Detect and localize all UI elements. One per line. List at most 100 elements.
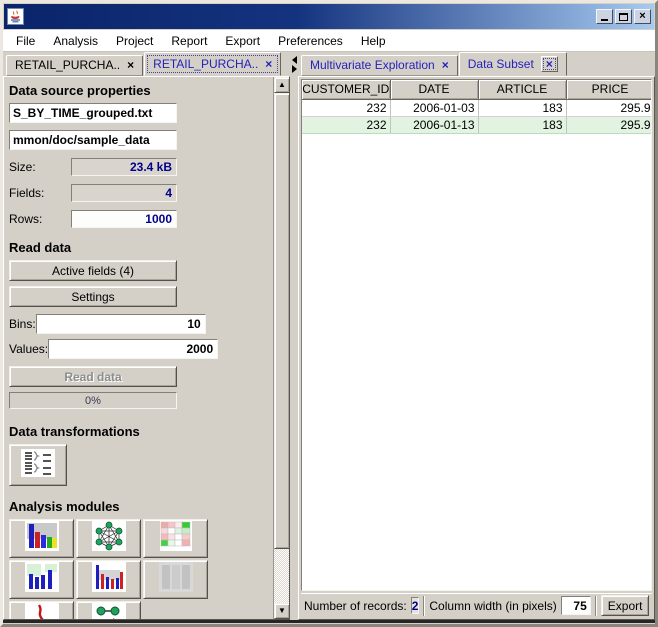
module-network-button[interactable]	[76, 519, 141, 558]
close-icon: ×	[639, 10, 646, 22]
main-area: RETAIL_PURCHA.. × RETAIL_PURCHA.. × Data…	[3, 52, 655, 623]
filename-field[interactable]	[9, 103, 177, 123]
tab-label: RETAIL_PURCHA..	[153, 56, 259, 71]
right-tab-bar: Multivariate Exploration × Data Subset ×	[298, 52, 655, 76]
app-window: × File Analysis Project Report Export Pr…	[0, 0, 658, 627]
table-row[interactable]: 232 2006-01-13 183 295.9	[302, 116, 651, 134]
cell-date: 2006-01-13	[390, 116, 479, 134]
analysis-module-grid	[9, 519, 219, 619]
menu-item-analysis[interactable]: Analysis	[44, 32, 107, 50]
curve-plot-icon	[24, 603, 59, 619]
tab-label: Multivariate Exploration	[310, 58, 435, 72]
cell-article: 183	[478, 99, 567, 117]
scrollbar-up-button[interactable]: ▲	[274, 77, 289, 93]
gray-table-icon	[158, 562, 193, 597]
module-histogram-button[interactable]	[9, 560, 74, 599]
footer-separator	[594, 595, 597, 616]
left-panel-body: Data source properties Size: 23.4 kB Fie…	[3, 76, 290, 620]
collapse-right-icon[interactable]	[291, 65, 297, 73]
tab-close-icon: ×	[545, 56, 553, 71]
menu-item-help[interactable]: Help	[352, 32, 395, 50]
path-field[interactable]	[9, 130, 177, 150]
menu-item-preferences[interactable]: Preferences	[269, 32, 352, 50]
grouped-bars-icon	[91, 562, 126, 597]
tab-multivariate-exploration[interactable]: Multivariate Exploration ×	[301, 55, 458, 76]
data-table-area: CUSTOMER_ID DATE ARTICLE PRICE 232 2006-…	[301, 79, 652, 591]
scrollbar-track[interactable]	[274, 549, 289, 603]
module-sequence-button[interactable]	[76, 601, 141, 619]
module-grouped-bars-button[interactable]	[76, 560, 141, 599]
bins-label: Bins:	[9, 317, 36, 331]
values-input[interactable]	[48, 339, 219, 359]
rows-label: Rows:	[9, 212, 43, 226]
column-header-customer-id[interactable]: CUSTOMER_ID	[302, 80, 391, 100]
cell-price: 295.9	[566, 116, 651, 134]
active-fields-button[interactable]: Active fields (4)	[9, 260, 177, 281]
read-data-button[interactable]: Read data	[9, 366, 177, 387]
tab-close-icon[interactable]: ×	[442, 59, 449, 71]
bar-chart-icon	[24, 521, 59, 556]
records-label: Number of records:	[304, 598, 407, 613]
scrollbar-down-button[interactable]: ▼	[274, 603, 289, 619]
minimize-button[interactable]	[596, 9, 613, 24]
cell-date: 2006-01-03	[390, 99, 479, 117]
column-width-input[interactable]	[560, 596, 591, 615]
tab-close-icon[interactable]: ×	[127, 59, 134, 71]
module-gray-table-button[interactable]	[143, 560, 208, 599]
column-header-date[interactable]: DATE	[390, 80, 479, 100]
title-bar[interactable]: ×	[4, 4, 654, 29]
module-barchart-button[interactable]	[9, 519, 74, 558]
footer-separator	[423, 595, 426, 616]
network-graph-icon	[91, 521, 126, 556]
data-table: CUSTOMER_ID DATE ARTICLE PRICE 232 2006-…	[302, 80, 651, 134]
bins-row: Bins:	[9, 314, 206, 334]
bins-input[interactable]	[35, 314, 206, 334]
values-label: Values:	[9, 342, 49, 356]
left-panel-content: Data source properties Size: 23.4 kB Fie…	[4, 77, 273, 619]
size-label: Size:	[9, 160, 36, 174]
fields-label: Fields:	[9, 186, 45, 200]
left-tab-bar: RETAIL_PURCHA.. × RETAIL_PURCHA.. ×	[3, 52, 290, 76]
histogram-blue-icon	[24, 562, 59, 597]
read-progressbar: 0%	[9, 392, 177, 409]
collapse-left-icon[interactable]	[291, 56, 297, 64]
column-header-price[interactable]: PRICE	[566, 80, 651, 100]
tab-retail-purchases-2[interactable]: RETAIL_PURCHA.. ×	[144, 52, 282, 76]
menu-item-report[interactable]: Report	[162, 32, 216, 50]
tab-close-icon[interactable]: ×	[265, 58, 272, 70]
maximize-button[interactable]	[615, 9, 632, 24]
left-panel: RETAIL_PURCHA.. × RETAIL_PURCHA.. × Data…	[3, 52, 290, 620]
data-transformation-button[interactable]	[9, 444, 67, 486]
analysis-modules-header: Analysis modules	[9, 499, 120, 514]
color-matrix-icon	[159, 521, 192, 556]
close-button[interactable]: ×	[634, 9, 651, 24]
settings-button[interactable]: Settings	[9, 286, 177, 307]
cell-customer-id: 232	[302, 116, 391, 134]
export-button[interactable]: Export	[600, 595, 650, 616]
right-panel-body: CUSTOMER_ID DATE ARTICLE PRICE 232 2006-…	[298, 76, 655, 620]
fields-row: Fields: 4	[9, 184, 177, 202]
right-panel: Multivariate Exploration × Data Subset ×…	[298, 52, 655, 620]
menu-item-project[interactable]: Project	[107, 32, 162, 50]
split-divider[interactable]	[290, 52, 298, 620]
fields-value: 4	[71, 184, 177, 202]
column-header-article[interactable]: ARTICLE	[478, 80, 567, 100]
scrollbar-thumb[interactable]	[274, 93, 289, 549]
tab-retail-purchases-1[interactable]: RETAIL_PURCHA.. ×	[6, 55, 144, 76]
size-row: Size: 23.4 kB	[9, 158, 177, 176]
menu-item-export[interactable]: Export	[216, 32, 269, 50]
table-row[interactable]: 232 2006-01-03 183 295.9	[302, 99, 651, 117]
tab-label: RETAIL_PURCHA..	[15, 58, 121, 72]
tab-close-button[interactable]: ×	[540, 55, 558, 72]
rows-value: 1000	[71, 210, 177, 228]
column-width-label: Column width (in pixels)	[429, 598, 557, 613]
menu-item-file[interactable]: File	[7, 32, 44, 50]
group-lines-icon	[21, 448, 55, 482]
tab-data-subset[interactable]: Data Subset ×	[458, 52, 567, 76]
tab-label: Data Subset	[467, 56, 534, 71]
module-matrix-button[interactable]	[143, 519, 208, 558]
minimize-icon	[601, 19, 608, 21]
module-curve-plot-button[interactable]	[9, 601, 74, 619]
cell-price: 295.9	[566, 99, 651, 117]
transformations-header: Data transformations	[9, 424, 140, 439]
